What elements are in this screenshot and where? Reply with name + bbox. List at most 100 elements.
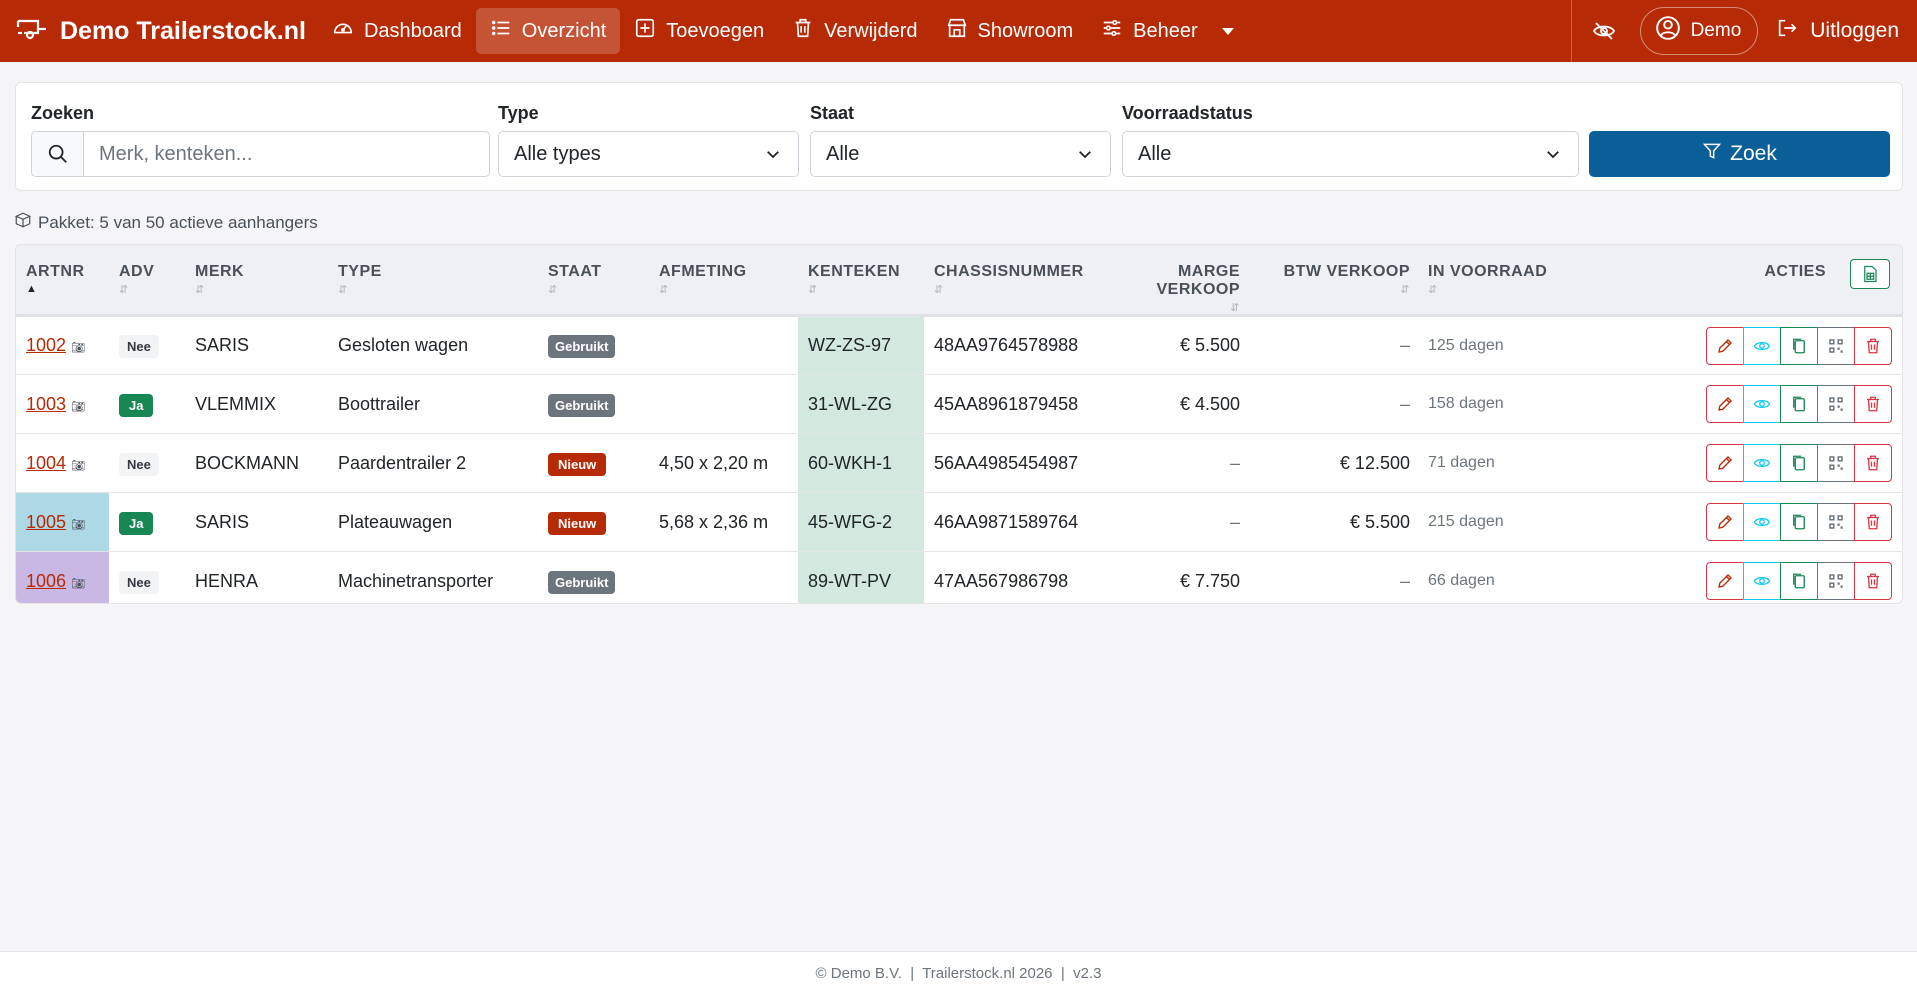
logout-button[interactable]: Uitloggen — [1776, 17, 1899, 45]
nav-showroom[interactable]: Showroom — [932, 8, 1088, 54]
copy-icon — [1790, 513, 1808, 531]
cell-voorraad: 215 dagen — [1422, 492, 1602, 552]
col-artnr[interactable]: ARTNR ▲ — [16, 245, 109, 316]
user-menu-button[interactable]: Demo — [1639, 7, 1759, 55]
adv-badge: Ja — [119, 511, 154, 535]
col-voorraad-label: IN VOORRAAD — [1428, 263, 1548, 280]
cell-adv: Nee — [109, 552, 185, 604]
edit-button[interactable] — [1706, 385, 1744, 423]
view-button[interactable] — [1743, 444, 1781, 482]
type-select[interactable]: Alle types — [498, 131, 799, 177]
camera-icon: 📷︎ — [71, 342, 86, 354]
col-btw[interactable]: BTW VERKOOP ⇵ — [1252, 245, 1422, 316]
package-info: Pakket: 5 van 50 actieve aanhangers — [14, 211, 318, 234]
artnr-link[interactable]: 1006 — [26, 571, 66, 591]
delete-button[interactable] — [1854, 444, 1892, 482]
trash-icon — [1864, 337, 1882, 355]
col-afmeting[interactable]: AFMETING ⇵ — [649, 245, 798, 316]
pencil-icon — [1716, 395, 1734, 413]
voorraad-select-value: Alle — [1138, 142, 1172, 165]
qr-button[interactable] — [1817, 385, 1855, 423]
footer-text: © Demo B.V. | Trailerstock.nl 2026 | v2.… — [815, 965, 1102, 982]
col-type[interactable]: TYPE ⇵ — [328, 245, 538, 316]
type-select-value: Alle types — [514, 142, 601, 165]
col-adv[interactable]: ADV ⇵ — [109, 245, 185, 316]
nav-dashboard[interactable]: Dashboard — [318, 8, 476, 54]
cell-adv: Nee — [109, 315, 185, 375]
eye-slash-icon[interactable] — [1590, 17, 1618, 45]
staat-badge: Nieuw — [548, 511, 607, 535]
delete-button[interactable] — [1854, 503, 1892, 541]
copy-button[interactable] — [1780, 562, 1818, 601]
search-icon — [32, 132, 84, 176]
delete-button[interactable] — [1854, 385, 1892, 423]
edit-button[interactable] — [1706, 444, 1744, 482]
chevron-down-icon — [767, 151, 779, 159]
qr-button[interactable] — [1817, 444, 1855, 482]
brand[interactable]: Demo Trailerstock.nl — [16, 15, 306, 48]
sliders-icon — [1101, 17, 1123, 45]
cell-afmeting — [649, 315, 798, 375]
copy-button[interactable] — [1780, 326, 1818, 365]
copy-button[interactable] — [1780, 444, 1818, 482]
delete-button[interactable] — [1854, 562, 1892, 601]
copy-icon — [1790, 454, 1808, 472]
package-info-text: Pakket: 5 van 50 actieve aanhangers — [38, 212, 318, 232]
voorraad-select[interactable]: Alle — [1122, 131, 1579, 177]
nav-verwijderd[interactable]: Verwijderd — [778, 8, 931, 54]
edit-button[interactable] — [1706, 503, 1744, 541]
cell-adv: Ja — [109, 374, 185, 434]
copy-button[interactable] — [1780, 503, 1818, 541]
nav-toevoegen[interactable]: Toevoegen — [620, 8, 778, 54]
qr-button[interactable] — [1817, 326, 1855, 365]
nav-beheer-label: Beheer — [1133, 19, 1198, 42]
footer: © Demo B.V. | Trailerstock.nl 2026 | v2.… — [0, 951, 1917, 995]
edit-button[interactable] — [1706, 326, 1744, 365]
col-marge[interactable]: MARGE VERKOOP ⇵ — [1117, 245, 1252, 316]
cell-btw: – — [1399, 570, 1410, 591]
copy-icon — [1790, 337, 1808, 355]
col-kenteken[interactable]: KENTEKEN ⇵ — [798, 245, 924, 316]
chevron-down-icon — [1221, 27, 1234, 35]
qr-button[interactable] — [1817, 503, 1855, 541]
cell-artnr: 1003 📷︎ — [16, 374, 109, 434]
nav-overzicht[interactable]: Overzicht — [475, 8, 621, 54]
qr-button[interactable] — [1817, 562, 1855, 601]
search-input[interactable] — [84, 134, 489, 174]
qr-code-icon — [1827, 454, 1845, 472]
view-button[interactable] — [1743, 385, 1781, 423]
delete-button[interactable] — [1854, 326, 1892, 365]
view-button[interactable] — [1743, 326, 1781, 365]
col-staat[interactable]: STAAT ⇵ — [538, 245, 649, 316]
qr-code-icon — [1827, 395, 1845, 413]
table-header-row: ARTNR ▲ ADV ⇵ MERK ⇵ TYPE ⇵ STAAT ⇵ AFMETING ⇵… — [16, 245, 1902, 316]
artnr-link[interactable]: 1004 — [26, 453, 66, 473]
sort-icon: ⇵ — [659, 284, 669, 296]
cell-chassis: 47AA567986798 — [934, 570, 1069, 591]
staat-select[interactable]: Alle — [810, 131, 1111, 177]
col-chassis[interactable]: CHASSISNUMMER ⇵ — [924, 245, 1117, 316]
trailer-icon — [16, 15, 48, 48]
col-voorraad[interactable]: IN VOORRAAD ⇵ — [1422, 245, 1602, 316]
artnr-link[interactable]: 1005 — [26, 512, 66, 532]
zoek-button[interactable]: Zoek — [1589, 131, 1890, 177]
col-kenteken-label: KENTEKEN — [808, 263, 901, 280]
col-type-label: TYPE — [338, 263, 382, 280]
view-button[interactable] — [1743, 562, 1781, 601]
copy-icon — [1790, 572, 1808, 590]
eye-icon — [1753, 513, 1771, 531]
artnr-link[interactable]: 1003 — [26, 394, 66, 414]
type-label: Type — [498, 103, 539, 123]
search-field — [31, 131, 490, 177]
camera-icon: 📷︎ — [71, 400, 86, 413]
copy-button[interactable] — [1780, 385, 1818, 423]
nav-beheer[interactable]: Beheer — [1087, 8, 1248, 54]
box-icon — [14, 211, 32, 234]
sort-icon: ⇵ — [808, 284, 818, 296]
edit-button[interactable] — [1706, 562, 1744, 601]
artnr-link[interactable]: 1002 — [26, 335, 66, 355]
col-merk[interactable]: MERK ⇵ — [185, 245, 328, 316]
eye-icon — [1753, 572, 1771, 590]
col-adv-label: ADV — [119, 263, 155, 280]
view-button[interactable] — [1743, 503, 1781, 541]
